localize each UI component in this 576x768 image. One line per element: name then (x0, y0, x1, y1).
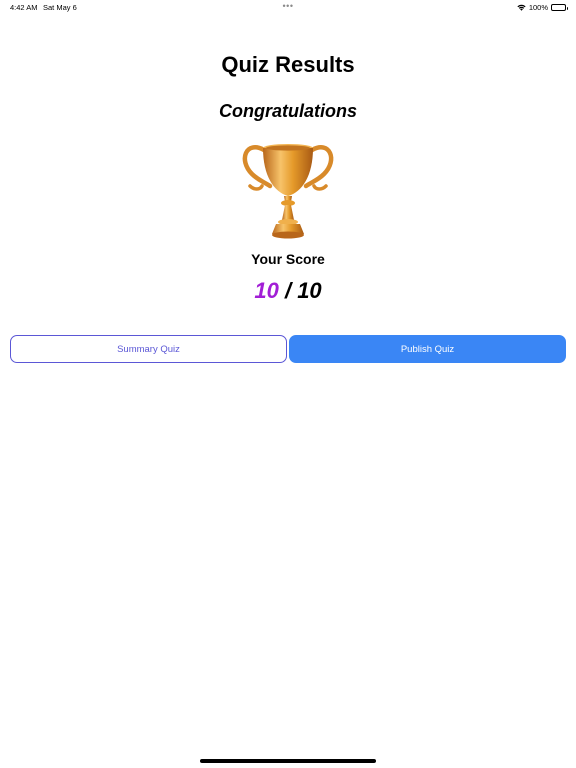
battery-tip (566, 6, 568, 10)
score-separator: / (284, 278, 292, 303)
summary-quiz-button[interactable]: Summary Quiz (10, 335, 287, 363)
score-value: 10 (254, 278, 279, 303)
status-right: 100% (517, 3, 568, 12)
score-display: 10 / 10 (0, 278, 576, 304)
status-date: Sat May 6 (43, 3, 77, 12)
status-time: 4:42 AM (10, 3, 38, 12)
publish-quiz-button[interactable]: Publish Quiz (289, 335, 566, 363)
wifi-icon (517, 4, 526, 11)
home-indicator[interactable] (200, 759, 376, 763)
score-label: Your Score (251, 251, 325, 267)
status-bar: 4:42 AM Sat May 6 ••• 100% (0, 0, 576, 14)
score-total: 10 (297, 278, 322, 303)
page-title: Quiz Results (221, 52, 355, 77)
trophy-icon (242, 144, 334, 239)
battery-percent: 100% (528, 3, 548, 12)
quiz-results-screen: 4:42 AM Sat May 6 ••• 100% Quiz Results … (0, 0, 576, 768)
congratulations-heading: Congratulations (219, 101, 357, 121)
multitasking-dots-icon[interactable]: ••• (283, 1, 294, 11)
battery-icon (551, 4, 568, 11)
